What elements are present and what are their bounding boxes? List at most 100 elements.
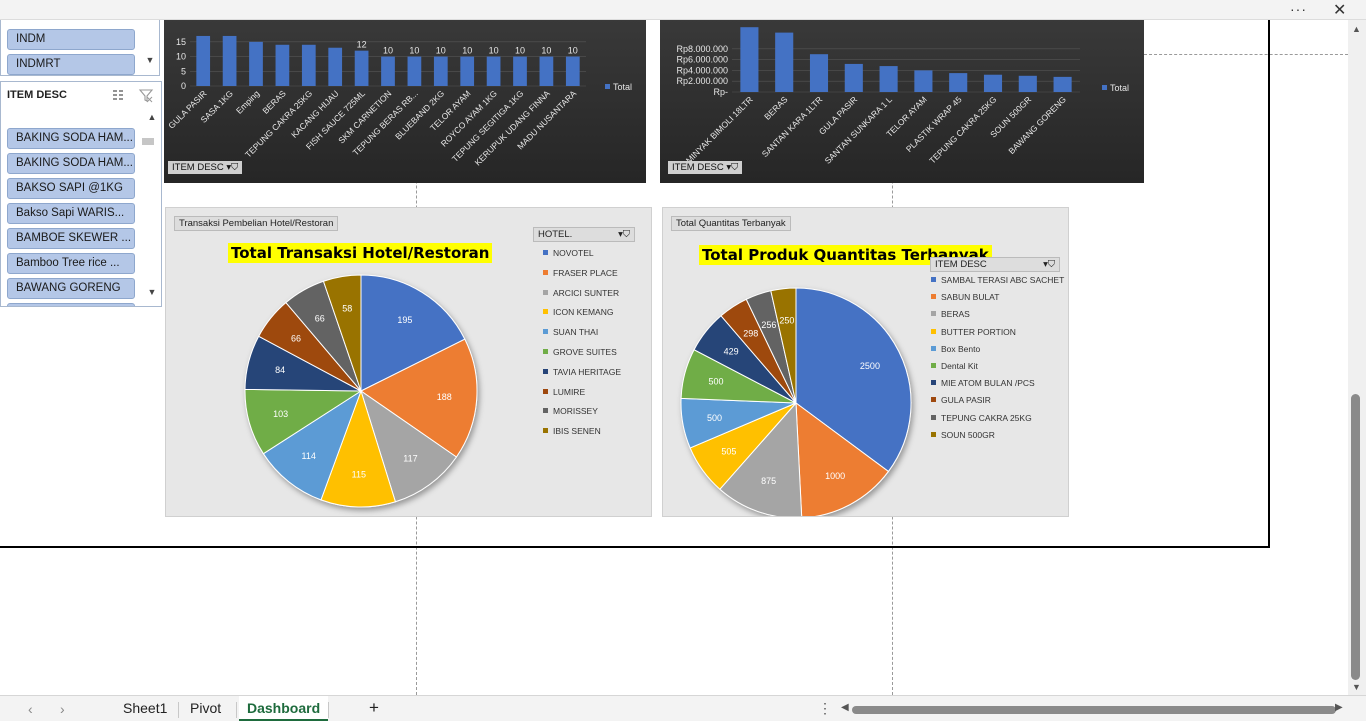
legend-swatch bbox=[543, 428, 548, 434]
slicer-item[interactable]: BAWANG GORENG bbox=[7, 278, 135, 299]
slicer-item[interactable]: BAKING SODA HAM... bbox=[7, 153, 135, 174]
pie-data-label: 298 bbox=[743, 329, 758, 339]
legend-label: FRASER PLACE bbox=[553, 267, 618, 278]
sheet-tab-bar: ‹ › Sheet1 Pivot Dashboard + ⋮ ◀ ▶ bbox=[0, 695, 1366, 721]
horizontal-scroll-thumb[interactable] bbox=[852, 706, 1336, 714]
prev-sheet-icon[interactable]: ‹ bbox=[28, 701, 33, 717]
data-label: 10 bbox=[541, 46, 551, 56]
scroll-down-icon[interactable]: ▼ bbox=[1352, 682, 1361, 692]
field-button-label: ITEM DESC bbox=[672, 162, 724, 173]
legend-label: SOUN 500GR bbox=[941, 429, 995, 440]
slicer-scroll-thumb[interactable] bbox=[142, 138, 154, 145]
slicer-item[interactable]: BAKING SODA HAM... bbox=[7, 128, 135, 149]
bar-chart-qty[interactable]: 0 5 10 15 GULA PASIR SASA 1KG Emping BERAS TEPUN… bbox=[164, 20, 646, 183]
vertical-scroll-thumb[interactable] bbox=[1351, 394, 1360, 680]
bar bbox=[328, 47, 343, 86]
dashboard-border bbox=[0, 546, 1270, 548]
pie-data-label: 875 bbox=[761, 476, 776, 486]
pie-chart-qty-plot: 2500 1000 875 505 500 500 429 298256 250 bbox=[680, 287, 912, 516]
tab-pivot[interactable]: Pivot bbox=[190, 700, 221, 716]
bar bbox=[844, 63, 863, 92]
legend-item: ARCICI SUNTER bbox=[543, 288, 619, 298]
pie-chart-qty[interactable]: Total Quantitas Terbanyak Total Produk Q… bbox=[662, 207, 1069, 517]
tab-sheet1[interactable]: Sheet1 bbox=[123, 700, 167, 716]
pie-data-label: 429 bbox=[724, 347, 739, 357]
y-tick-label: Rp8.000.000 bbox=[676, 44, 728, 54]
pie-data-label: 114 bbox=[302, 451, 316, 461]
chevron-up-icon[interactable]: ▲ bbox=[145, 112, 159, 122]
scroll-left-icon[interactable]: ◀ bbox=[841, 702, 849, 713]
legend-item: TEPUNG CAKRA 25KG bbox=[931, 413, 1032, 423]
pie-chart-hotel[interactable]: Transaksi Pembelian Hotel/Restoran Total… bbox=[165, 207, 652, 517]
legend-label: Total bbox=[613, 82, 632, 92]
bar bbox=[1053, 76, 1072, 92]
filter-icon: ⛉ bbox=[231, 162, 239, 173]
legend-label: LUMIRE bbox=[553, 386, 586, 397]
bar bbox=[809, 54, 829, 92]
clear-filter-icon[interactable] bbox=[138, 87, 154, 103]
legend-label: SABUN BULAT bbox=[941, 292, 1000, 303]
bar bbox=[486, 56, 501, 86]
legend-item: SOUN 500GR bbox=[931, 430, 995, 440]
legend-label: SUAN THAI bbox=[553, 327, 599, 338]
legend-swatch bbox=[931, 294, 936, 300]
legend-swatch bbox=[931, 345, 936, 351]
bar bbox=[740, 27, 759, 93]
legend-swatch bbox=[931, 311, 936, 317]
slicer-item[interactable]: BAKSO SAPI @1KG bbox=[7, 178, 135, 199]
tab-separator bbox=[236, 702, 237, 718]
legend-swatch bbox=[543, 269, 548, 275]
bar bbox=[983, 74, 1003, 92]
x-tick-label: Emping bbox=[234, 88, 262, 116]
legend-item: SUAN THAI bbox=[543, 327, 598, 337]
slicer-item[interactable]: Bamboo Tree rice ... bbox=[7, 253, 135, 274]
scroll-right-icon[interactable]: ▶ bbox=[1335, 702, 1343, 713]
legend-label: SAMBAL TERASI ABC SACHET bbox=[941, 275, 1065, 285]
scroll-up-icon[interactable]: ▲ bbox=[1352, 24, 1361, 34]
bar bbox=[196, 35, 211, 86]
slicer-item[interactable]: Bakso Sapi WARIS... bbox=[7, 203, 135, 224]
x-tick-label: MINYAK BIMOLI 18LTR bbox=[684, 94, 755, 165]
slicer-top: INDM INDMRT ▼ bbox=[0, 20, 160, 76]
bar bbox=[565, 56, 580, 86]
slicer-item[interactable]: BAMBOE SKEWER ... bbox=[7, 228, 135, 249]
tab-dashboard[interactable]: Dashboard bbox=[239, 696, 329, 721]
chevron-down-icon[interactable]: ▼ bbox=[145, 287, 159, 297]
tab-options-icon[interactable]: ⋮ bbox=[818, 700, 832, 717]
legend-item: BUTTER PORTION bbox=[931, 327, 1016, 337]
pie-data-label: 195 bbox=[397, 315, 412, 325]
legend-swatch bbox=[931, 397, 936, 403]
legend-label: Dental Kit bbox=[941, 361, 978, 371]
legend-swatch bbox=[543, 388, 548, 394]
worksheet-grid[interactable]: INDM INDMRT ▼ ITEM DESC BAKING SODA HAM.… bbox=[0, 20, 1348, 695]
multi-select-icon[interactable] bbox=[111, 88, 125, 102]
pie-data-label: 188 bbox=[437, 392, 452, 402]
add-sheet-button[interactable]: + bbox=[369, 698, 379, 718]
legend-swatch bbox=[543, 408, 548, 414]
slicer-item[interactable]: INDMRT bbox=[7, 54, 135, 75]
pie-data-label: 66 bbox=[291, 334, 301, 344]
pie-data-label: 115 bbox=[352, 469, 366, 479]
slicer-item-desc: ITEM DESC BAKING SODA HAM... BAKING SODA … bbox=[0, 81, 162, 307]
legend-label: BERAS bbox=[941, 309, 970, 320]
bar-chart-price[interactable]: Rp- Rp2.000.000 Rp4.000.000 Rp6.000.000 Rp8.… bbox=[660, 20, 1144, 183]
data-label: 12 bbox=[357, 40, 367, 50]
slicer-item[interactable]: INDM bbox=[7, 29, 135, 50]
pie-data-label: 256 bbox=[761, 320, 776, 330]
pie-data-label: 66 bbox=[315, 313, 325, 323]
legend-item: ICON KEMANG bbox=[543, 307, 613, 317]
next-sheet-icon[interactable]: › bbox=[60, 701, 65, 717]
chevron-down-icon[interactable]: ▼ bbox=[143, 55, 157, 65]
y-tick-label: Rp6.000.000 bbox=[676, 55, 728, 65]
field-button-item-desc[interactable]: ITEM DESC ▾⛉ bbox=[168, 161, 243, 174]
close-icon[interactable]: ✕ bbox=[1333, 0, 1346, 20]
slicer-item[interactable]: BAYLEAF JAYS bbox=[7, 303, 135, 306]
vertical-scrollbar[interactable]: ▲ ▼ bbox=[1348, 20, 1366, 695]
x-tick-label: GULA PASIR bbox=[166, 88, 208, 130]
field-button-label: ITEM DESC bbox=[172, 162, 224, 173]
bar bbox=[914, 70, 933, 92]
tab-separator bbox=[328, 702, 329, 718]
field-button-item-desc[interactable]: ITEM DESC ▾⛉ bbox=[668, 161, 743, 174]
data-label: 10 bbox=[409, 46, 419, 56]
more-options-icon[interactable]: ··· bbox=[1290, 1, 1307, 17]
